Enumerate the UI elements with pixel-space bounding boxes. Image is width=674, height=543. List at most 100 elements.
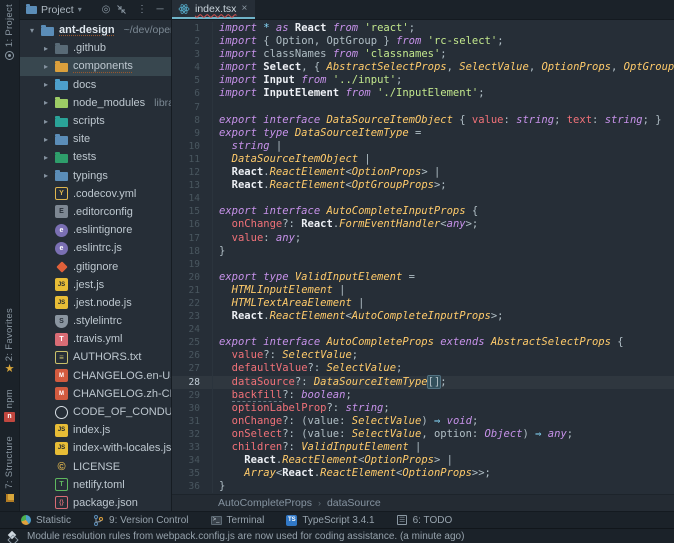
code-line[interactable]: 17 value: any; xyxy=(172,232,674,245)
code-line[interactable]: 22 HTMLTextAreaElement | xyxy=(172,297,674,310)
tab-index-tsx[interactable]: index.tsx × xyxy=(172,0,255,19)
line-number[interactable]: 35 xyxy=(172,467,212,480)
tree-item--stylelintrc[interactable]: S.stylelintrc xyxy=(20,312,171,330)
tree-item--eslintignore[interactable]: e.eslintignore xyxy=(20,221,171,239)
tree-item-authors-txt[interactable]: ≡AUTHORS.txt xyxy=(20,348,171,366)
line-number[interactable]: 30 xyxy=(172,402,212,415)
code-line[interactable]: 34 React.ReactElement<OptionProps> | xyxy=(172,454,674,467)
line-number[interactable]: 28 xyxy=(172,376,212,389)
code-line[interactable]: 15export interface AutoCompleteInputProp… xyxy=(172,205,674,218)
tree-item--jest-js[interactable]: JS.jest.js xyxy=(20,276,171,294)
tree-item-node-modules[interactable]: ▸node_moduleslibrary root xyxy=(20,94,171,112)
line-number[interactable]: 19 xyxy=(172,258,212,271)
tool-button-structure[interactable]: 7: Structure xyxy=(4,436,15,503)
line-number[interactable]: 25 xyxy=(172,336,212,349)
line-number[interactable]: 27 xyxy=(172,362,212,375)
code-line[interactable]: 21 HTMLInputElement | xyxy=(172,284,674,297)
code-line[interactable]: 33 children?: ValidInputElement | xyxy=(172,441,674,454)
line-number[interactable]: 33 xyxy=(172,441,212,454)
chevron-right-icon[interactable]: ▸ xyxy=(42,80,50,89)
code-line[interactable]: 13 React.ReactElement<OptGroupProps>; xyxy=(172,179,674,192)
chevron-right-icon[interactable]: ▸ xyxy=(42,98,50,107)
code-line[interactable]: 7 xyxy=(172,101,674,114)
tree-item--github[interactable]: ▸.github xyxy=(20,39,171,57)
code-area[interactable]: 1import * as React from 'react';2import … xyxy=(172,20,674,494)
line-number[interactable]: 8 xyxy=(172,114,212,127)
line-number[interactable]: 20 xyxy=(172,271,212,284)
tree-item-changelog-en-us-md[interactable]: MCHANGELOG.en-US.md xyxy=(20,367,171,385)
tree-item-scripts[interactable]: ▸scripts xyxy=(20,112,171,130)
code-line[interactable]: 8export interface DataSourceItemObject {… xyxy=(172,114,674,127)
tree-item--jest-node-js[interactable]: JS.jest.node.js xyxy=(20,294,171,312)
chevron-down-icon[interactable]: ▾ xyxy=(78,5,82,14)
tree-item-code-of-conduct-md[interactable]: CODE_OF_CONDUCT.md xyxy=(20,403,171,421)
chevron-right-icon[interactable]: ▸ xyxy=(42,135,50,144)
tree-item-components[interactable]: ▸components xyxy=(20,57,171,75)
tree-item--codecov-yml[interactable]: Y.codecov.yml xyxy=(20,185,171,203)
chevron-right-icon[interactable]: ▸ xyxy=(42,44,50,53)
code-line[interactable]: 30 optionLabelProp?: string; xyxy=(172,402,674,415)
code-line[interactable]: 35 Array<React.ReactElement<OptionProps>… xyxy=(172,467,674,480)
breadcrumb-item-datasource[interactable]: dataSource xyxy=(327,497,381,509)
project-panel-title[interactable]: Project xyxy=(41,4,74,16)
tool-window-typescript[interactable]: TS TypeScript 3.4.1 xyxy=(286,515,374,526)
tool-window-version-control[interactable]: 9: Version Control xyxy=(93,515,189,526)
tree-item-changelog-zh-cn-md[interactable]: MCHANGELOG.zh-CN.md xyxy=(20,385,171,403)
code-line[interactable]: 36} xyxy=(172,480,674,493)
tree-item--travis-yml[interactable]: T.travis.yml xyxy=(20,330,171,348)
tree-item-typings[interactable]: ▸typings xyxy=(20,167,171,185)
locate-file-icon[interactable]: ◎ xyxy=(99,4,113,15)
more-options-icon[interactable]: ⋮ xyxy=(135,4,149,15)
code-line[interactable]: 10 string | xyxy=(172,140,674,153)
line-number[interactable]: 36 xyxy=(172,480,212,493)
line-number[interactable]: 5 xyxy=(172,74,212,87)
code-line[interactable]: 24 xyxy=(172,323,674,336)
line-number[interactable]: 32 xyxy=(172,428,212,441)
line-number[interactable]: 26 xyxy=(172,349,212,362)
tree-item-index-js[interactable]: JSindex.js xyxy=(20,421,171,439)
tree-item--gitignore[interactable]: .gitignore xyxy=(20,257,171,275)
line-number[interactable]: 16 xyxy=(172,218,212,231)
chevron-right-icon[interactable]: ▸ xyxy=(42,117,50,126)
line-number[interactable]: 14 xyxy=(172,192,212,205)
tool-button-npm[interactable]: npm n xyxy=(4,389,15,422)
code-line[interactable]: 31 onChange?: (value: SelectValue) ⇒ voi… xyxy=(172,415,674,428)
line-number[interactable]: 18 xyxy=(172,245,212,258)
line-number[interactable]: 3 xyxy=(172,48,212,61)
collapse-all-icon[interactable] xyxy=(117,5,131,14)
event-log-icon[interactable] xyxy=(8,532,17,541)
line-number[interactable]: 24 xyxy=(172,323,212,336)
tree-item--eslintrc-js[interactable]: e.eslintrc.js xyxy=(20,239,171,257)
tool-window-todo[interactable]: ☰ 6: TODO xyxy=(397,515,453,526)
tree-item-tests[interactable]: ▸tests xyxy=(20,148,171,166)
hide-panel-icon[interactable]: ─ xyxy=(153,4,167,15)
chevron-right-icon[interactable]: ▸ xyxy=(42,153,50,162)
line-number[interactable]: 15 xyxy=(172,205,212,218)
tool-button-project[interactable]: 1: Project xyxy=(4,4,15,61)
tab-close-icon[interactable]: × xyxy=(241,3,247,14)
line-number[interactable]: 21 xyxy=(172,284,212,297)
line-number[interactable]: 17 xyxy=(172,232,212,245)
breadcrumb-item-autocompleteprops[interactable]: AutoCompleteProps xyxy=(218,497,312,509)
code-line[interactable]: 25export interface AutoCompleteProps ext… xyxy=(172,336,674,349)
line-number[interactable]: 10 xyxy=(172,140,212,153)
line-number[interactable]: 6 xyxy=(172,87,212,100)
code-line[interactable]: 27 defaultValue?: SelectValue; xyxy=(172,362,674,375)
code-line[interactable]: 14 xyxy=(172,192,674,205)
tree-item-package-json[interactable]: {}package.json xyxy=(20,494,171,511)
line-number[interactable]: 4 xyxy=(172,61,212,74)
line-number[interactable]: 1 xyxy=(172,22,212,35)
code-line[interactable]: 12 React.ReactElement<OptionProps> | xyxy=(172,166,674,179)
tree-item-index-with-locales-js[interactable]: JSindex-with-locales.js xyxy=(20,439,171,457)
code-line[interactable]: 18} xyxy=(172,245,674,258)
line-number[interactable]: 23 xyxy=(172,310,212,323)
code-line[interactable]: 19 xyxy=(172,258,674,271)
line-number[interactable]: 9 xyxy=(172,127,212,140)
line-number[interactable]: 31 xyxy=(172,415,212,428)
code-line[interactable]: 20export type ValidInputElement = xyxy=(172,271,674,284)
code-line[interactable]: 32 onSelect?: (value: SelectValue, optio… xyxy=(172,428,674,441)
line-number[interactable]: 12 xyxy=(172,166,212,179)
code-line[interactable]: 29 backfill?: boolean; xyxy=(172,389,674,402)
code-line[interactable]: 28 dataSource?: DataSourceItemType[]; xyxy=(172,376,674,389)
code-line[interactable]: 9export type DataSourceItemType = xyxy=(172,127,674,140)
